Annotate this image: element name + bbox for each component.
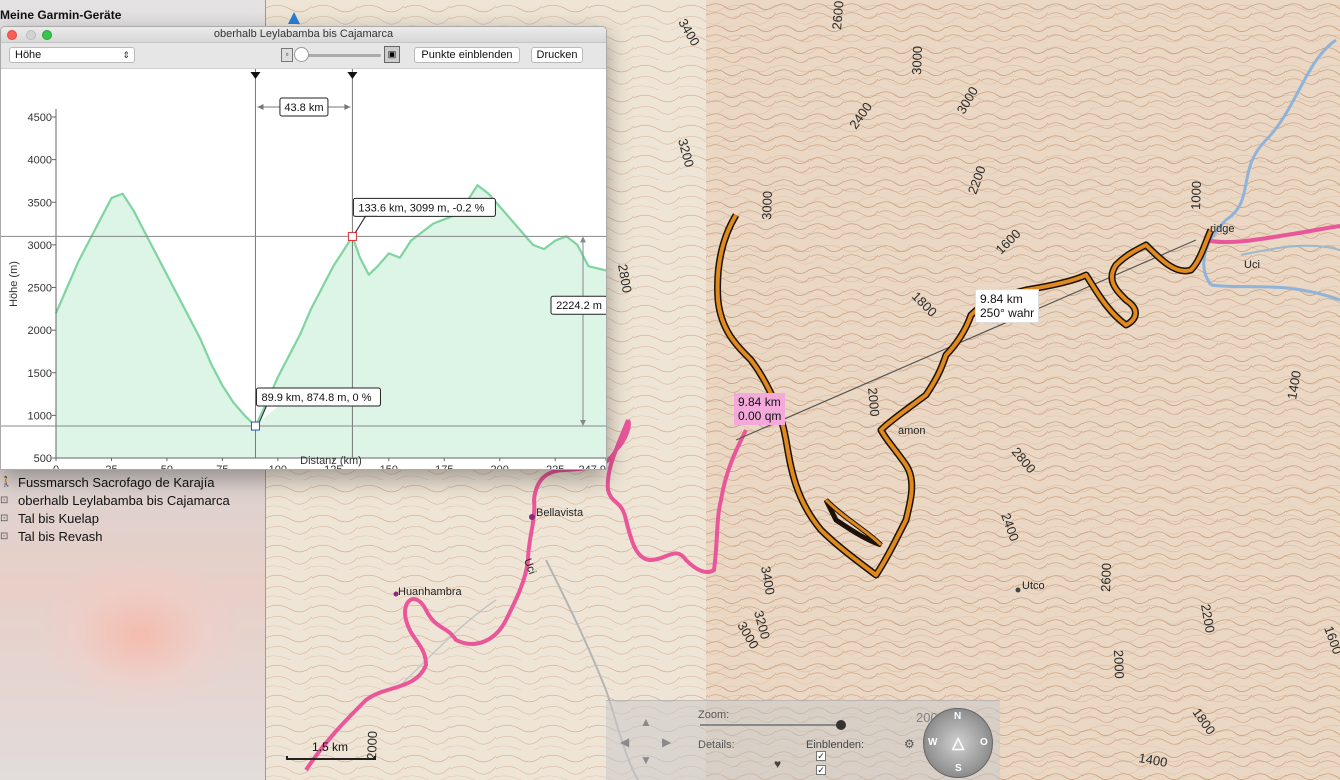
chart-zoom-slider[interactable]: [299, 54, 381, 57]
elevation-label: 2600: [1098, 563, 1114, 592]
sidebar-item-track[interactable]: 🚶 Fussmarsch Sacrofago de Karajía: [0, 473, 215, 491]
scale-bar: 1.5 km: [286, 738, 376, 760]
chart-zoom-thumb[interactable]: [294, 47, 309, 62]
x-tick-label: 25: [105, 464, 117, 470]
compass[interactable]: N S W O △: [923, 708, 993, 778]
x-tick-label: 150: [380, 464, 398, 470]
window-title: oberhalb Leylabamba bis Cajamarca: [213, 28, 394, 40]
y-tick-label: 2000: [28, 325, 52, 337]
walking-icon: 🚶: [0, 476, 13, 488]
elevation-label: 2000: [865, 387, 882, 417]
pan-down-icon[interactable]: ▼: [640, 753, 652, 767]
place-label: amon: [898, 425, 926, 437]
place-label: Utco: [1022, 580, 1045, 592]
elevation-chart[interactable]: 500 1000 1500 2000 2500 3000 3500 4000 4500 0 25 50…: [1, 69, 607, 470]
zoom-in-icon[interactable]: ▣: [384, 46, 400, 63]
x-tick-label: 200: [491, 464, 509, 470]
place-label: Huanhambra: [398, 586, 462, 598]
details-label: Details:: [698, 739, 735, 751]
sidebar-item-track[interactable]: ⊡ Tal bis Kuelap: [0, 509, 99, 527]
elevation-label: 1000: [1188, 181, 1204, 210]
sidebar-item-label: oberhalb Leylabamba bis Cajamarca: [18, 492, 230, 508]
zoom-slider-thumb[interactable]: [836, 720, 846, 730]
pan-control[interactable]: ▲ ◀ ▶ ▼: [618, 713, 674, 769]
callout-bearing: 250° wahr: [980, 306, 1035, 320]
sidebar-header: Meine Garmin-Geräte: [0, 8, 122, 22]
scale-bar-line: [286, 756, 376, 760]
compass-north: N: [954, 711, 962, 722]
y-tick-label: 3000: [28, 240, 52, 252]
elevation-label: 3000: [759, 191, 775, 220]
callout-area: 0.00 qm: [738, 409, 782, 423]
compass-east: O: [980, 737, 988, 748]
print-button[interactable]: Drucken: [531, 47, 583, 63]
y-axis-label: Höhe (m): [8, 261, 20, 307]
y-tick-label: 4000: [28, 155, 52, 167]
pan-up-icon[interactable]: ▲: [640, 715, 652, 729]
high-point-marker: [347, 231, 357, 241]
x-tick-label: 50: [161, 464, 173, 470]
y-tick-label: 4500: [28, 112, 52, 124]
sidebar-item-label: Fussmarsch Sacrofago de Karajía: [18, 474, 215, 490]
track-icon: ⊡: [0, 494, 9, 506]
pin-icon[interactable]: ♥: [774, 757, 781, 771]
low-point-label: 89.9 km, 874.8 m, 0 %: [261, 392, 371, 404]
x-tick-label: 225: [546, 464, 564, 470]
layer-checkbox[interactable]: ✓: [816, 751, 826, 761]
sidebar-item-label: Tal bis Revash: [18, 528, 103, 544]
elevation-label: 2000: [1111, 650, 1127, 679]
measure-start-callout: 9.84 km 0.00 qm: [734, 393, 786, 425]
track-icon: ⊡: [0, 512, 9, 524]
einblenden-label: Einblenden:: [806, 739, 865, 751]
scale-label: 1.5 km: [312, 740, 349, 754]
compass-west: W: [928, 737, 938, 748]
place-label: Bellavista: [536, 507, 584, 519]
x-axis-label: Distanz (km): [300, 455, 362, 467]
layer-checkbox[interactable]: ✓: [816, 765, 826, 775]
gear-icon[interactable]: ⚙: [904, 737, 915, 751]
window-toolbar: Höhe ⇕ ▫ ▣ Punkte einblenden Drucken: [1, 43, 606, 69]
x-tick-label: 75: [216, 464, 228, 470]
elevation-label: 2600: [829, 0, 846, 30]
road-label: Uci: [1244, 259, 1260, 271]
x-tick-label: 247.9: [578, 464, 606, 470]
zoom-slider[interactable]: [700, 724, 840, 726]
y-tick-label: 3500: [28, 197, 52, 209]
compass-south: S: [955, 763, 962, 774]
y-tick-label: 500: [34, 453, 52, 465]
pan-left-icon[interactable]: ◀: [620, 735, 629, 749]
callout-distance: 9.84 km: [980, 292, 1023, 306]
zoom-out-icon[interactable]: ▫: [281, 48, 293, 62]
zoom-label: Zoom:: [698, 709, 730, 721]
y-tick-label: 1500: [28, 368, 52, 380]
show-points-button[interactable]: Punkte einblenden: [414, 47, 520, 63]
elevation-profile-window: oberhalb Leylabamba bis Cajamarca Höhe ⇕…: [0, 26, 607, 470]
sidebar-item-label: Tal bis Kuelap: [18, 510, 99, 526]
compass-needle-icon: △: [952, 735, 965, 752]
window-titlebar[interactable]: oberhalb Leylabamba bis Cajamarca: [1, 27, 606, 43]
x-tick-label: 175: [435, 464, 453, 470]
high-point-label: 133.6 km, 3099 m, -0.2 %: [358, 202, 484, 214]
y-tick-label: 2500: [28, 283, 52, 295]
chevron-updown-icon: ⇕: [122, 50, 130, 60]
measure-end-callout: 9.84 km 250° wahr: [975, 289, 1040, 323]
callout-distance: 9.84 km: [738, 395, 781, 409]
x-tick-label: 0: [53, 464, 59, 470]
elevation-label: 3000: [909, 46, 925, 75]
track-icon: ⊡: [0, 530, 9, 542]
x-tick-label: 100: [269, 464, 287, 470]
span-label: 43.8 km: [284, 102, 323, 114]
low-point-marker: [250, 421, 260, 431]
sidebar-item-track[interactable]: ⊡ oberhalb Leylabamba bis Cajamarca: [0, 491, 230, 509]
y-tick-label: 1000: [28, 410, 52, 422]
profile-type-value: Höhe: [15, 49, 42, 61]
rise-label: 2224.2 m: [556, 300, 602, 312]
pan-right-icon[interactable]: ▶: [662, 735, 671, 749]
profile-type-select[interactable]: Höhe ⇕: [9, 47, 135, 63]
place-label: ridge: [1210, 223, 1234, 235]
sidebar-item-track[interactable]: ⊡ Tal bis Revash: [0, 527, 103, 545]
